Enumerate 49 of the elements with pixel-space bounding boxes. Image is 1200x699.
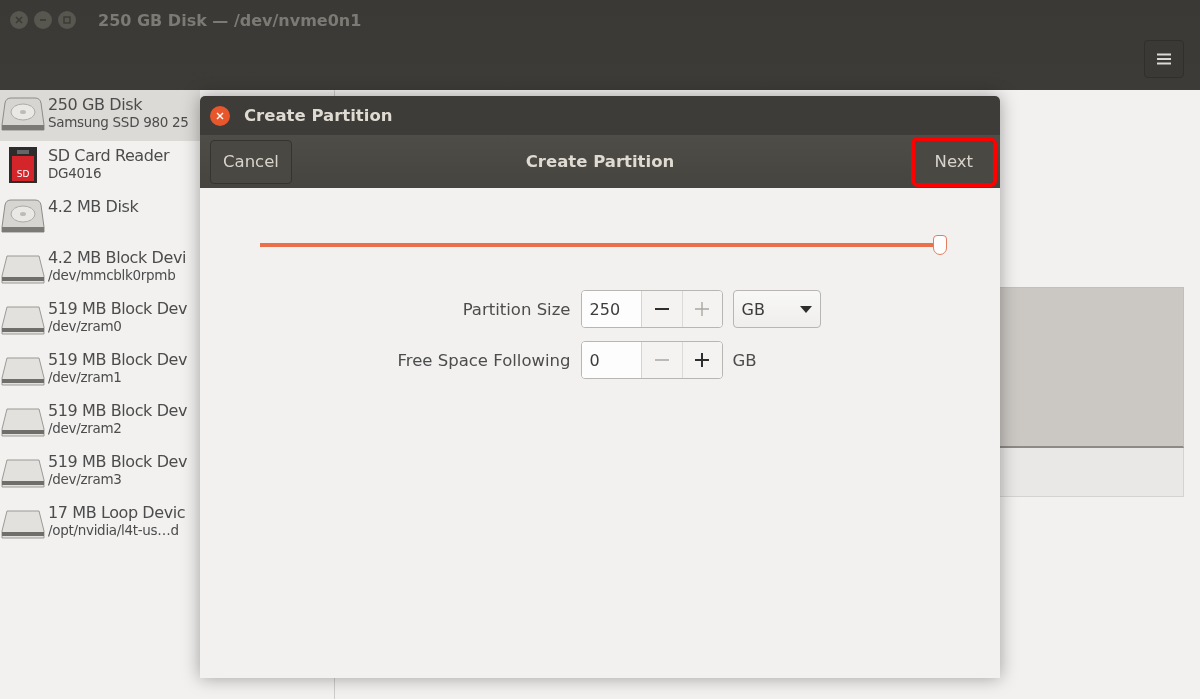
device-item[interactable]: SD SD Card Reader DG4016	[0, 141, 200, 192]
increment-button[interactable]	[681, 342, 722, 378]
plus-icon	[695, 302, 710, 316]
unit-label: GB	[732, 350, 757, 370]
close-window-icon[interactable]	[10, 11, 28, 29]
device-name: 519 MB Block Dev	[48, 452, 188, 471]
device-detail: /opt/nvidia/l4t-us…d	[48, 522, 180, 539]
menu-button[interactable]	[1144, 40, 1184, 78]
number-input[interactable]: 250	[581, 291, 642, 327]
device-item[interactable]: 17 MB Loop Devic /opt/nvidia/l4t-us…d	[0, 498, 200, 549]
menu-icon	[1157, 53, 1171, 65]
sd-label: SD	[16, 169, 30, 179]
device-item[interactable]: 250 GB Disk Samsung SSD 980 25	[0, 90, 200, 141]
window-title: 250 GB Disk — /dev/nvme0n1	[98, 10, 362, 30]
number-input[interactable]: 0	[581, 342, 642, 378]
device-item[interactable]: 519 MB Block Dev /dev/zram0	[0, 294, 200, 345]
cancel-button[interactable]: Cancel	[210, 139, 292, 184]
slider-handle[interactable]	[933, 235, 947, 255]
device-name: 519 MB Block Dev	[48, 401, 188, 420]
device-detail: /dev/zram0	[48, 318, 123, 335]
maximize-icon[interactable]	[58, 11, 76, 29]
device-detail: Samsung SSD 980 25	[48, 114, 189, 131]
device-name: 250 GB Disk	[48, 95, 144, 114]
device-detail: /dev/zram2	[48, 420, 123, 437]
device-name: 519 MB Block Dev	[48, 350, 188, 369]
device-detail: /dev/zram3	[48, 471, 123, 488]
dialog-title: Create Partition	[244, 106, 393, 125]
field-label: Partition Size	[461, 299, 571, 319]
field-label: Free Space Following	[397, 350, 571, 370]
device-detail: /dev/mmcblk0rpmb	[48, 267, 177, 284]
header-title: Create Partition	[525, 152, 675, 171]
minimize-icon[interactable]	[34, 11, 52, 29]
device-name: 17 MB Loop Devic	[48, 503, 186, 522]
device-detail: DG4016	[48, 165, 103, 182]
device-item[interactable]: 519 MB Block Dev /dev/zram2	[0, 396, 200, 447]
next-button[interactable]: Next	[913, 139, 994, 184]
close-icon[interactable]	[210, 105, 230, 126]
dropdown-arrow-icon	[799, 305, 812, 313]
device-name: 519 MB Block Dev	[48, 299, 188, 318]
device-name: 4.2 MB Block Devi	[48, 248, 187, 267]
device-item[interactable]: 4.2 MB Block Devi /dev/mmcblk0rpmb	[0, 243, 200, 294]
device-item[interactable]: 519 MB Block Dev /dev/zram3	[0, 447, 200, 498]
unit-dropdown[interactable]: GB	[732, 290, 821, 328]
device-item[interactable]: 4.2 MB Disk	[0, 192, 200, 243]
device-item[interactable]: 519 MB Block Dev /dev/zram1	[0, 345, 200, 396]
device-name: SD Card Reader	[48, 146, 170, 165]
plus-icon	[695, 353, 710, 367]
device-name: 4.2 MB Disk	[48, 197, 139, 216]
device-detail: /dev/zram1	[48, 369, 123, 386]
